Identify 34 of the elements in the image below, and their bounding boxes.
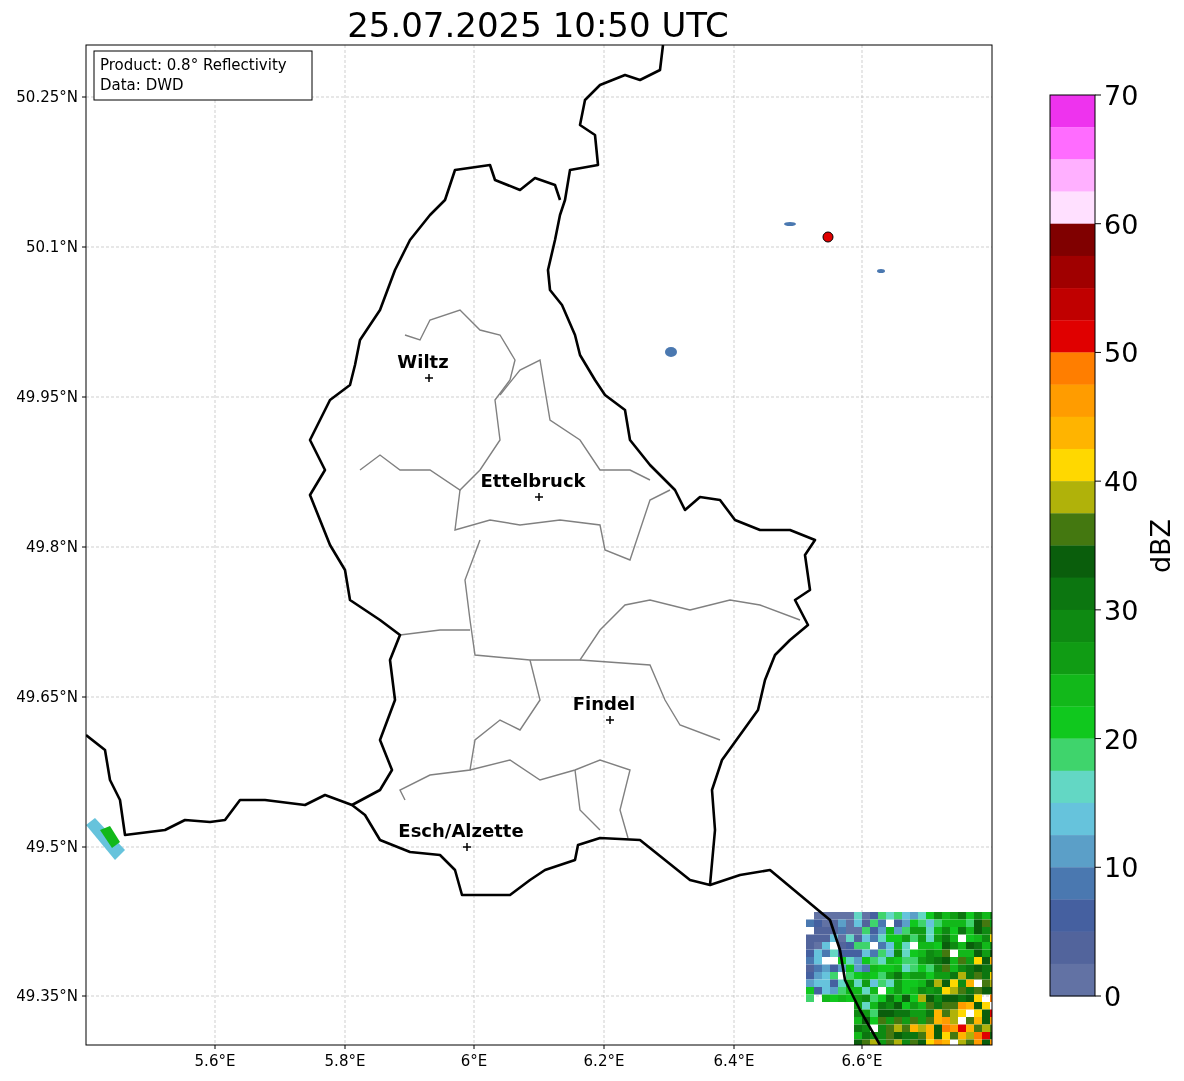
city-label: Esch/Alzette [398, 820, 524, 841]
colorbar-tick-label: 50 [1104, 337, 1139, 369]
info-text: Product: 0.8° Reflectivity [100, 56, 287, 74]
city-marker-icon [462, 842, 472, 852]
longitude-label: 6°E [460, 1052, 488, 1070]
latitude-label: 49.5°N [25, 838, 78, 856]
latitude-label: 49.35°N [16, 987, 78, 1005]
colorbar-tick-label: 20 [1104, 723, 1139, 755]
colorbar-tick-label: 30 [1104, 594, 1139, 626]
colorbar-title: dBZ [1145, 518, 1176, 574]
location-marker-icon [822, 231, 834, 243]
longitude-label: 6.4°E [713, 1052, 755, 1070]
latitude-label: 50.1°N [25, 238, 78, 256]
chart-title: 25.07.2025 10:50 UTC [347, 5, 729, 45]
longitude-label: 5.8°E [324, 1052, 366, 1070]
latitude-label: 50.25°N [16, 88, 78, 106]
city-marker-icon [424, 373, 434, 383]
city-label: Findel [572, 693, 636, 714]
latitude-label: 49.65°N [16, 688, 78, 706]
longitude-label: 6.2°E [583, 1052, 625, 1070]
colorbar-tick-label: 40 [1104, 466, 1139, 498]
latitude-label: 49.95°N [16, 388, 78, 406]
latitude-label: 49.8°N [25, 538, 78, 556]
longitude-label: 5.6°E [194, 1052, 236, 1070]
colorbar-tick-label: 0 [1104, 981, 1122, 1012]
longitude-label: 6.6°E [841, 1052, 883, 1070]
city-marker-icon [605, 715, 615, 725]
city-label: Wiltz [397, 351, 449, 372]
colorbar-tick-label: 10 [1104, 852, 1139, 884]
city-label: Ettelbruck [480, 470, 586, 491]
info-text: Data: DWD [100, 76, 184, 94]
city-marker-icon [534, 492, 544, 502]
colorbar-tick-label: 70 [1104, 80, 1139, 111]
colorbar-tick-label: 60 [1104, 208, 1139, 240]
